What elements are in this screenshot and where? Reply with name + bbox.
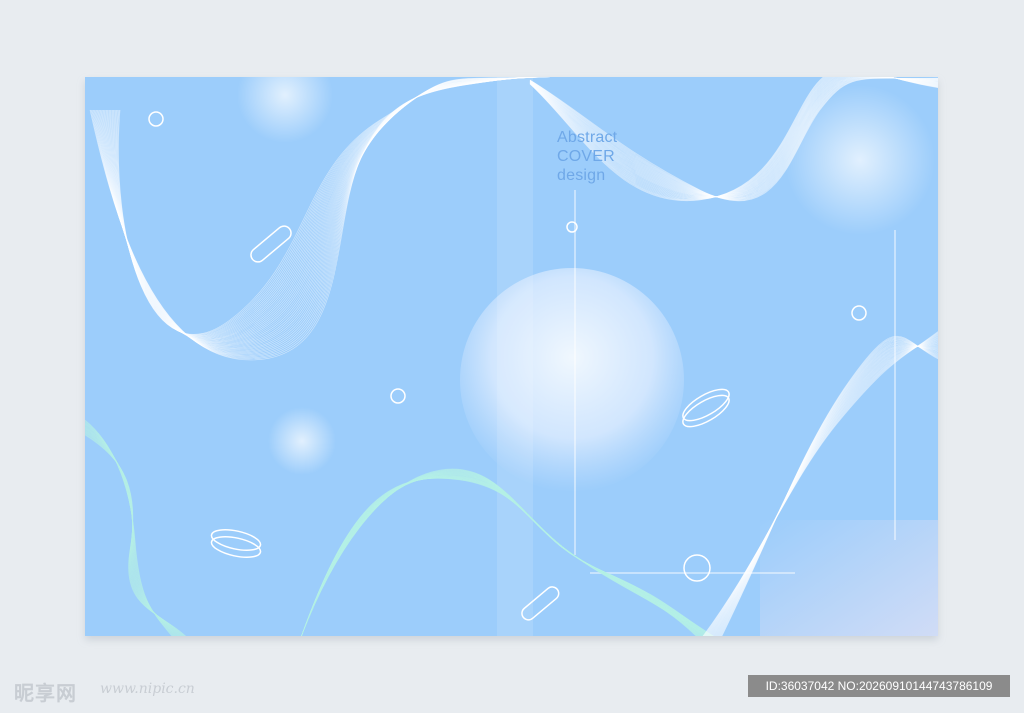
orb-small-left — [268, 407, 336, 475]
cover-title: Abstract COVER design — [557, 128, 617, 185]
cover-title-line: design — [557, 167, 606, 184]
spine-band — [497, 77, 533, 636]
site-url: www.nipic.cn — [100, 681, 195, 697]
book-cover-illustration — [85, 77, 938, 636]
orb-large-center — [460, 268, 684, 492]
orb-top-left — [237, 77, 333, 143]
site-logo: 昵享网 — [14, 681, 77, 705]
cover-title-line: Abstract — [557, 129, 618, 146]
cover-title-line: COVER — [557, 148, 615, 165]
corner-glow — [760, 520, 938, 636]
image-id-badge: ID:36037042 NO:20260910144743786109 — [748, 675, 1010, 697]
